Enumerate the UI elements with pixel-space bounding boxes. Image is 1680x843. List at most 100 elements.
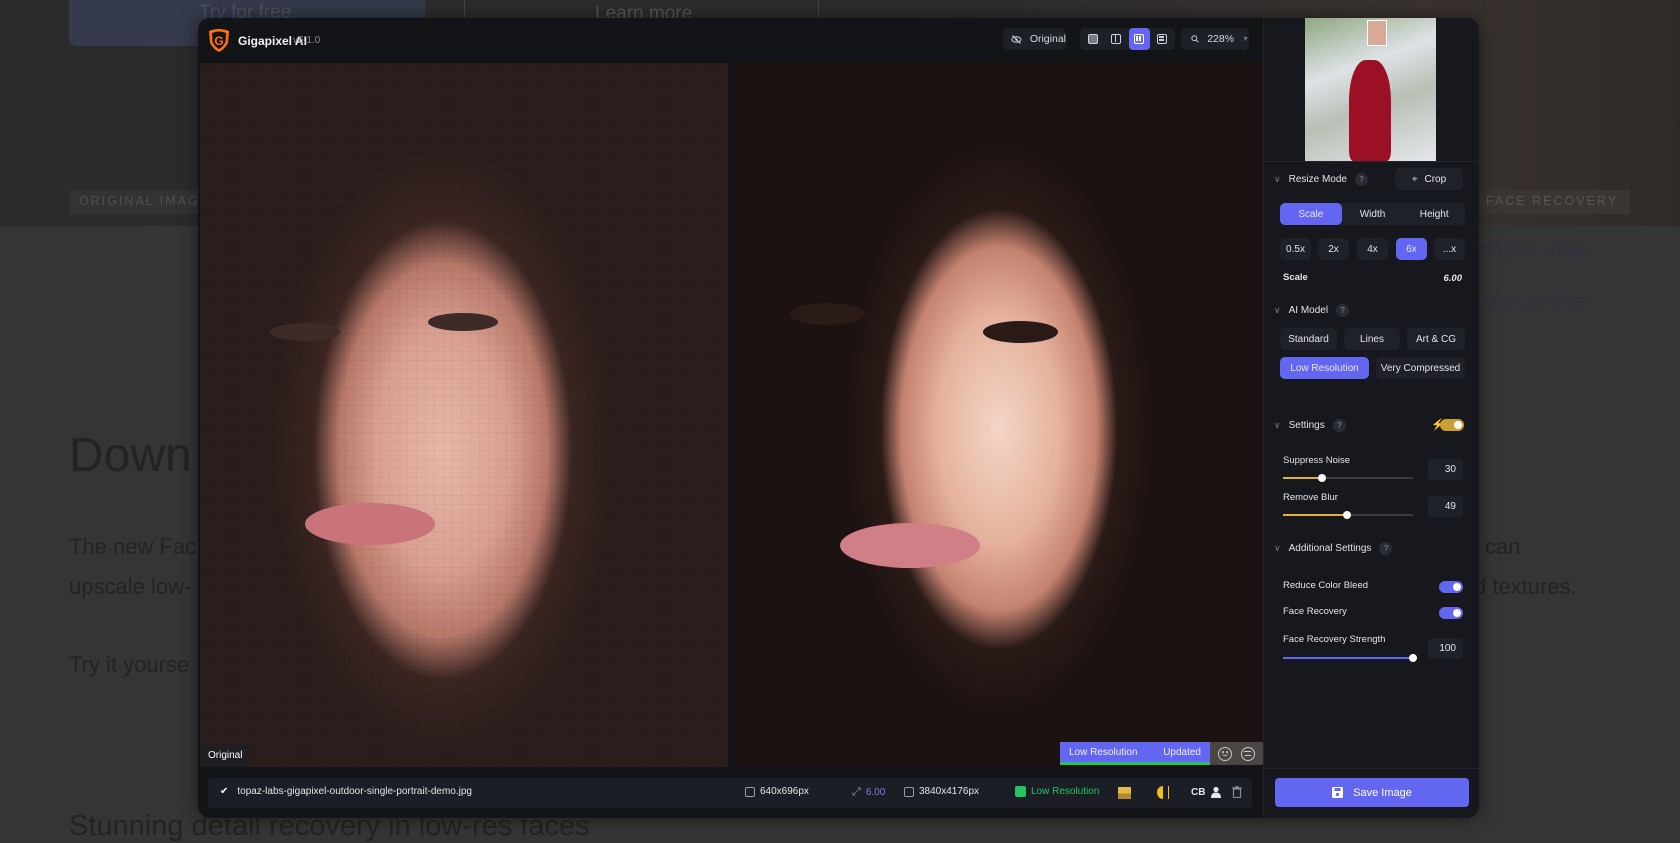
try-it-text: Try it yourse (69, 652, 189, 678)
suppress-noise-input[interactable]: 30 (1428, 459, 1463, 480)
lips (840, 523, 980, 568)
face-recovery-toggle[interactable] (1439, 607, 1463, 619)
viewport-indicator[interactable] (1367, 20, 1387, 46)
reduce-color-bleed-label: Reduce Color Bleed (1283, 580, 1368, 591)
chevron-down-icon: ∨ (1274, 174, 1281, 185)
slider-handle[interactable] (1409, 654, 1417, 662)
ai-model-header[interactable]: ∨ AI Model ? (1274, 304, 1349, 317)
settings-title: Settings (1289, 420, 1325, 431)
model-art-cg[interactable]: Art & CG (1407, 328, 1465, 350)
split-view-button[interactable] (1105, 28, 1126, 50)
settings-header[interactable]: ∨ Settings ? (1274, 419, 1346, 432)
output-size: 3840x4176px (919, 786, 979, 797)
single-view-button[interactable] (1082, 28, 1103, 50)
face-recovery-strength-label: Face Recovery Strength (1283, 634, 1385, 645)
model-name: Low Resolution (1031, 786, 1099, 797)
mode-scale[interactable]: Scale (1280, 203, 1342, 225)
processing-status-chip: Low Resolution Updated (1060, 742, 1210, 765)
mode-height[interactable]: Height (1403, 203, 1465, 225)
model-icon (1015, 786, 1026, 797)
settings-swatch-icon[interactable] (1118, 787, 1131, 799)
comparison-grid-icon (1157, 34, 1167, 44)
model-very-compressed[interactable]: Very Compressed (1376, 357, 1465, 379)
model-low-resolution[interactable]: Low Resolution (1280, 357, 1369, 379)
model-lines[interactable]: Lines (1344, 328, 1400, 350)
paragraph-line-2: upscale low- (69, 574, 191, 600)
upscaled-preview[interactable] (735, 63, 1263, 767)
scale-value[interactable]: 6.00 (1444, 273, 1463, 284)
feedback-buttons (1210, 742, 1263, 765)
auto-settings-toggle[interactable] (1440, 419, 1464, 431)
suppress-noise-slider[interactable] (1283, 477, 1413, 479)
resize-mode-header[interactable]: ∨ Resize Mode ? (1274, 173, 1368, 186)
input-size-icon (745, 787, 755, 797)
scale-expand-icon: ⤢ (852, 786, 861, 799)
svg-text:G: G (214, 34, 223, 48)
zoom-icon (1191, 34, 1199, 44)
slider-handle[interactable] (1318, 474, 1326, 482)
face-recovery-label: Face Recovery (1283, 606, 1347, 617)
checkmark-icon[interactable]: ✔ (220, 786, 228, 797)
chevron-down-icon: ∨ (1274, 305, 1281, 316)
model-standard[interactable]: Standard (1280, 328, 1337, 350)
eye-off-icon (1011, 34, 1022, 45)
scale-preset-0-5x[interactable]: 0.5x (1280, 238, 1311, 260)
original-image-link[interactable]: Original Image (1478, 241, 1589, 261)
app-header: G Gigapixel AI v6.1.0 Original (198, 18, 1263, 63)
additional-settings-header[interactable]: ∨ Additional Settings ? (1274, 542, 1392, 555)
original-toggle-label: Original (1030, 33, 1066, 45)
status-model: Low Resolution (1069, 747, 1137, 758)
eye-right (983, 321, 1058, 343)
suppress-noise-label: Suppress Noise (1283, 455, 1350, 466)
chevron-down-icon: ∨ (1274, 420, 1281, 431)
zoom-dropdown-chevron-icon: ▼ (1242, 36, 1249, 43)
comparison-grid-view-button[interactable] (1152, 28, 1173, 50)
crop-icon: ⌖ (1412, 174, 1418, 185)
output-size-icon (904, 787, 914, 797)
scale-preset-custom[interactable]: ...x (1434, 238, 1465, 260)
face-recovery-strength-input[interactable]: 100 (1428, 638, 1463, 659)
face-recovery-person-icon[interactable] (1210, 786, 1222, 798)
scale-preset-2x[interactable]: 2x (1318, 238, 1349, 260)
side-by-side-icon (1134, 34, 1144, 44)
help-icon[interactable]: ? (1336, 304, 1349, 317)
paragraph-line-1-end: can (1485, 534, 1520, 560)
paragraph-line-1: The new Fac (69, 534, 196, 560)
original-preview[interactable] (200, 63, 728, 767)
eye-right (428, 313, 498, 331)
view-settings-link[interactable]: View Settings (1484, 292, 1587, 312)
app-version: v6.1.0 (293, 35, 320, 46)
single-view-icon (1088, 34, 1098, 44)
additional-settings-title: Additional Settings (1289, 543, 1372, 554)
eye-left (270, 323, 340, 341)
face-recovery-strength-slider[interactable] (1283, 657, 1413, 659)
navigator-thumbnail[interactable] (1305, 18, 1436, 161)
zoom-control[interactable]: 228% ▼ (1181, 28, 1249, 50)
chevron-down-icon: ∨ (1274, 543, 1281, 554)
scale-label: Scale (1283, 272, 1308, 283)
file-name: topaz-labs-gigapixel-outdoor-single-port… (237, 786, 472, 797)
reduce-color-bleed-toggle[interactable] (1439, 581, 1463, 593)
trash-icon[interactable] (1232, 786, 1242, 798)
save-image-button[interactable]: Save Image (1275, 778, 1469, 807)
scale-preset-4x[interactable]: 4x (1357, 238, 1388, 260)
save-disk-icon (1332, 787, 1343, 798)
side-by-side-view-button[interactable] (1129, 28, 1150, 50)
neutral-face-icon[interactable] (1241, 747, 1255, 761)
help-icon[interactable]: ? (1333, 419, 1346, 432)
file-status-bar[interactable]: ✔ topaz-labs-gigapixel-outdoor-single-po… (208, 778, 1252, 808)
view-mode-group (1080, 28, 1175, 50)
gigapixel-app-window: G Gigapixel AI v6.1.0 Original (198, 18, 1479, 818)
slider-handle[interactable] (1343, 511, 1351, 519)
mode-width[interactable]: Width (1342, 203, 1404, 225)
help-icon[interactable]: ? (1355, 173, 1368, 186)
crop-button[interactable]: ⌖ Crop (1395, 168, 1463, 190)
color-bleed-icon[interactable] (1157, 786, 1169, 799)
show-original-toggle[interactable]: Original (1003, 28, 1066, 50)
scale-preset-6x[interactable]: 6x (1396, 238, 1427, 260)
remove-blur-input[interactable]: 49 (1428, 496, 1463, 517)
happy-face-icon[interactable] (1218, 747, 1232, 761)
face-recovery-label: FACE RECOVERY (1474, 190, 1630, 214)
remove-blur-slider[interactable] (1283, 514, 1413, 516)
help-icon[interactable]: ? (1379, 542, 1392, 555)
